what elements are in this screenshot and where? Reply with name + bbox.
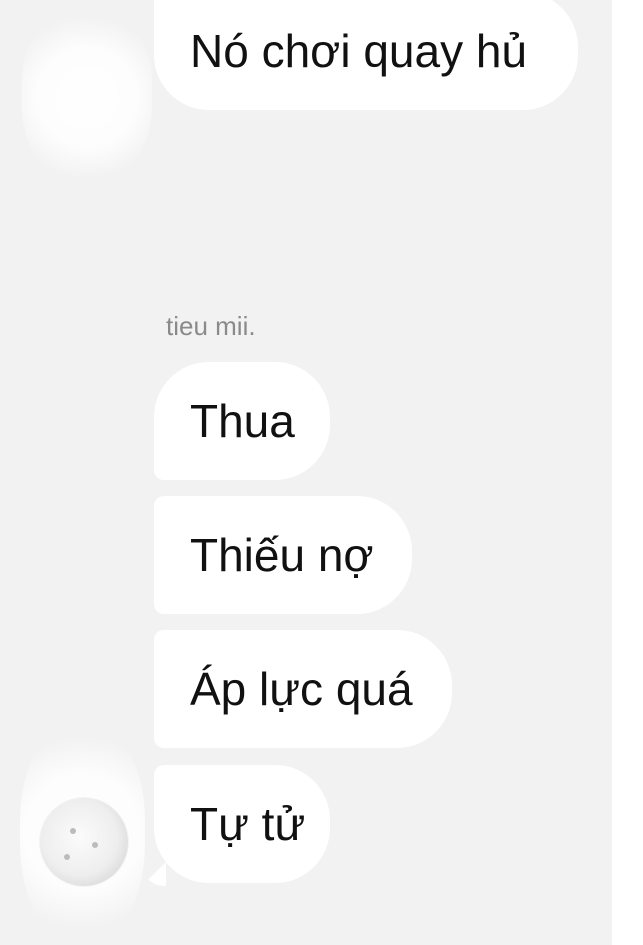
avatar-speck (64, 854, 70, 860)
message-text: Thiếu nợ (190, 529, 374, 581)
message-bubble[interactable]: Thua (154, 362, 330, 480)
message-text: Tự tử (190, 798, 306, 850)
sender-name: tieu mii. (166, 311, 256, 341)
message-bubble[interactable]: Thiếu nợ (154, 496, 412, 614)
chat-thread[interactable]: Nó chơi quay hủ tieu mii. Thua Thiếu nợ … (0, 0, 612, 945)
message-bubble[interactable]: Tự tử (154, 765, 330, 883)
bubble-tail (142, 862, 166, 886)
message-text: Nó chơi quay hủ (190, 25, 528, 77)
message-text: Áp lực quá (190, 663, 413, 715)
message-bubble[interactable]: Nó chơi quay hủ (154, 0, 578, 110)
avatar-icon[interactable] (22, 10, 152, 185)
avatar-speck (92, 842, 98, 848)
screen-edge (612, 0, 643, 945)
avatar-speck (70, 828, 76, 834)
message-bubble[interactable]: Áp lực quá (154, 630, 452, 748)
avatar-icon[interactable] (40, 798, 128, 886)
message-text: Thua (190, 395, 295, 447)
